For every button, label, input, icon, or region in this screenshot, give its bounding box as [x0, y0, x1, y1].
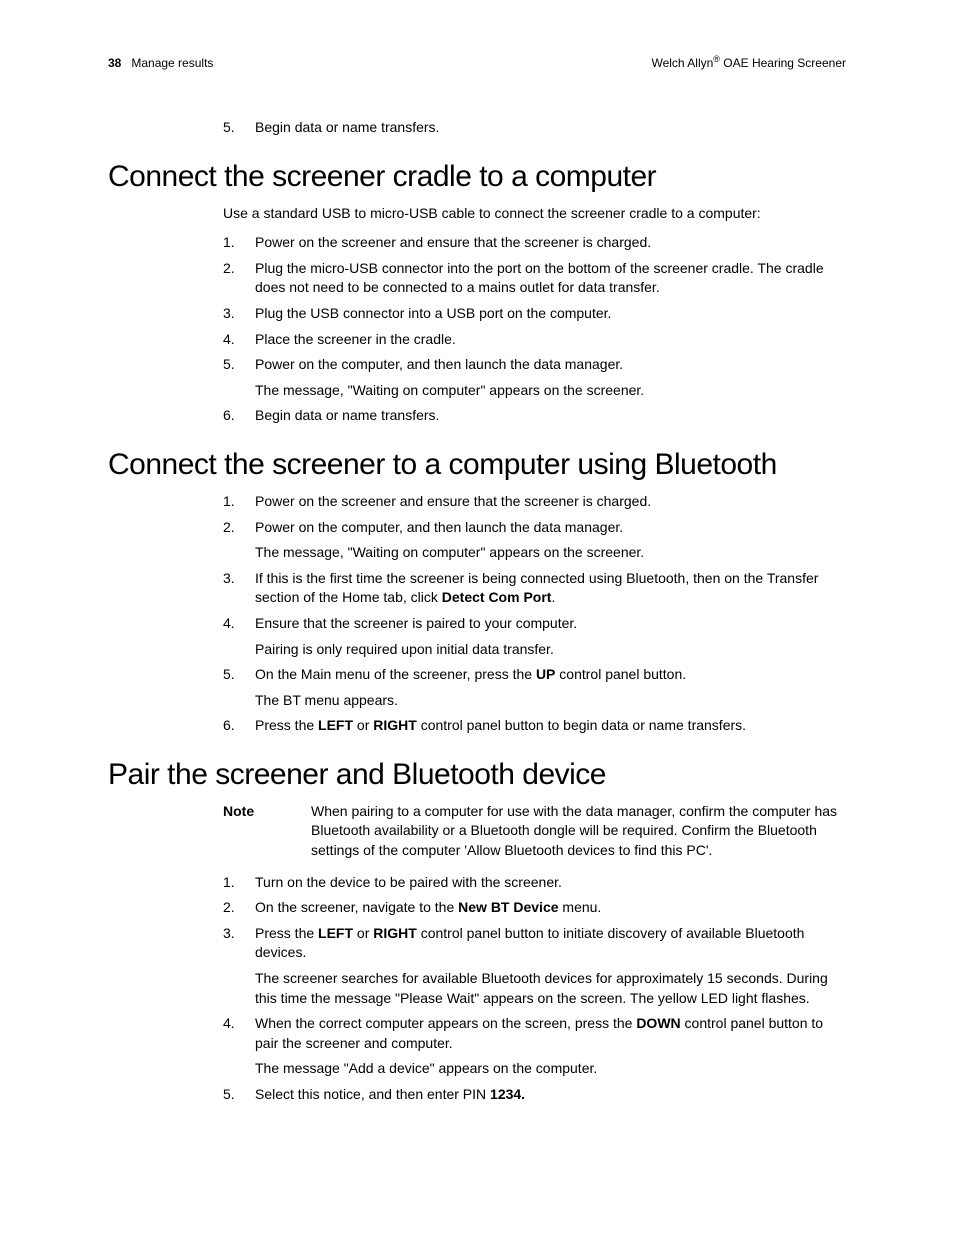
top-fragment: 5. Begin data or name transfers. — [223, 118, 846, 138]
page-header: 38 Manage results Welch Allyn® OAE Heari… — [108, 54, 846, 70]
list-item: 1. Power on the screener and ensure that … — [223, 233, 846, 253]
list-subtext: The message, "Waiting on computer" appea… — [255, 381, 846, 401]
list-text: Power on the computer, and then launch t… — [255, 355, 846, 400]
list-item: 3.Press the LEFT or RIGHT control panel … — [223, 924, 846, 1008]
list-number: 1. — [223, 233, 241, 253]
list-text: On the screener, navigate to the New BT … — [255, 898, 846, 918]
list-item: 3. If this is the first time the screener… — [223, 569, 846, 608]
list-number: 3. — [223, 304, 241, 324]
list-text: Press the LEFT or RIGHT control panel bu… — [255, 924, 846, 1008]
list-text: Power on the computer, and then launch t… — [255, 518, 846, 563]
list-number: 4. — [223, 614, 241, 659]
list-item: 1. Power on the screener and ensure that … — [223, 492, 846, 512]
section3-list: 1. Turn on the device to be paired with t… — [223, 873, 846, 1105]
header-left: 38 Manage results — [108, 56, 213, 70]
list-item: 3. Plug the USB connector into a USB port… — [223, 304, 846, 324]
section1-body: Use a standard USB to micro-USB cable to… — [223, 204, 846, 426]
page: 38 Manage results Welch Allyn® OAE Heari… — [0, 0, 954, 1235]
list-number: 5. — [223, 665, 241, 710]
list-number: 2. — [223, 259, 241, 298]
list-text: When the correct computer appears on the… — [255, 1014, 846, 1079]
list-text: Plug the USB connector into a USB port o… — [255, 304, 846, 324]
brand-prefix: Welch Allyn — [651, 56, 713, 70]
heading-connect-cradle: Connect the screener cradle to a compute… — [108, 160, 846, 194]
section1-intro: Use a standard USB to micro-USB cable to… — [223, 204, 846, 224]
list-subtext: The screener searches for available Blue… — [255, 969, 846, 1008]
note-block: Note When pairing to a computer for use … — [223, 802, 846, 861]
list-text: Begin data or name transfers. — [255, 118, 846, 138]
list-number: 6. — [223, 406, 241, 426]
list-number: 3. — [223, 924, 241, 1008]
heading-connect-bluetooth: Connect the screener to a computer using… — [108, 448, 846, 482]
list-text: Press the LEFT or RIGHT control panel bu… — [255, 716, 846, 736]
list-text: Power on the screener and ensure that th… — [255, 492, 846, 512]
list-item: 4. Ensure that the screener is paired to … — [223, 614, 846, 659]
list-number: 2. — [223, 518, 241, 563]
heading-pair-bluetooth: Pair the screener and Bluetooth device — [108, 758, 846, 792]
list-number: 5. — [223, 355, 241, 400]
note-label: Note — [223, 802, 263, 861]
registered-mark: ® — [713, 54, 720, 64]
list-number: 2. — [223, 898, 241, 918]
header-right: Welch Allyn® OAE Hearing Screener — [651, 54, 846, 70]
brand-suffix: OAE Hearing Screener — [720, 56, 846, 70]
list-item: 5. Begin data or name transfers. — [223, 118, 846, 138]
page-number: 38 — [108, 56, 121, 70]
list-text: Power on the screener and ensure that th… — [255, 233, 846, 253]
list-item: 2. On the screener, navigate to the New B… — [223, 898, 846, 918]
list-text: Ensure that the screener is paired to yo… — [255, 614, 846, 659]
top-list: 5. Begin data or name transfers. — [223, 118, 846, 138]
list-item: 2. Power on the computer, and then launch… — [223, 518, 846, 563]
list-text: Turn on the device to be paired with the… — [255, 873, 846, 893]
list-item: 6. Begin data or name transfers. — [223, 406, 846, 426]
list-text: Begin data or name transfers. — [255, 406, 846, 426]
list-item: 5. On the Main menu of the screener, pres… — [223, 665, 846, 710]
list-number: 4. — [223, 330, 241, 350]
note-text: When pairing to a computer for use with … — [311, 802, 846, 861]
list-item: 2. Plug the micro-USB connector into the … — [223, 259, 846, 298]
list-text: On the Main menu of the screener, press … — [255, 665, 846, 710]
list-number: 5. — [223, 118, 241, 138]
section1-list: 1. Power on the screener and ensure that … — [223, 233, 846, 426]
list-item: 6. Press the LEFT or RIGHT control panel … — [223, 716, 846, 736]
list-item: 5. Select this notice, and then enter PIN… — [223, 1085, 846, 1105]
list-subtext: The message "Add a device" appears on th… — [255, 1059, 846, 1079]
header-section-title: Manage results — [131, 56, 213, 70]
list-number: 1. — [223, 492, 241, 512]
section2-list: 1. Power on the screener and ensure that … — [223, 492, 846, 736]
list-number: 4. — [223, 1014, 241, 1079]
list-number: 3. — [223, 569, 241, 608]
list-subtext: The message, "Waiting on computer" appea… — [255, 543, 846, 563]
list-item: 4.When the correct computer appears on t… — [223, 1014, 846, 1079]
list-text: If this is the first time the screener i… — [255, 569, 846, 608]
list-text: Select this notice, and then enter PIN 1… — [255, 1085, 846, 1105]
section3-body: Note When pairing to a computer for use … — [223, 802, 846, 1105]
list-subtext: Pairing is only required upon initial da… — [255, 640, 846, 660]
list-item: 1. Turn on the device to be paired with t… — [223, 873, 846, 893]
section2-body: 1. Power on the screener and ensure that … — [223, 492, 846, 736]
list-text: Place the screener in the cradle. — [255, 330, 846, 350]
list-number: 5. — [223, 1085, 241, 1105]
list-text: Plug the micro-USB connector into the po… — [255, 259, 846, 298]
list-item: 5. Power on the computer, and then launch… — [223, 355, 846, 400]
list-subtext: The BT menu appears. — [255, 691, 846, 711]
list-number: 1. — [223, 873, 241, 893]
list-number: 6. — [223, 716, 241, 736]
list-item: 4. Place the screener in the cradle. — [223, 330, 846, 350]
